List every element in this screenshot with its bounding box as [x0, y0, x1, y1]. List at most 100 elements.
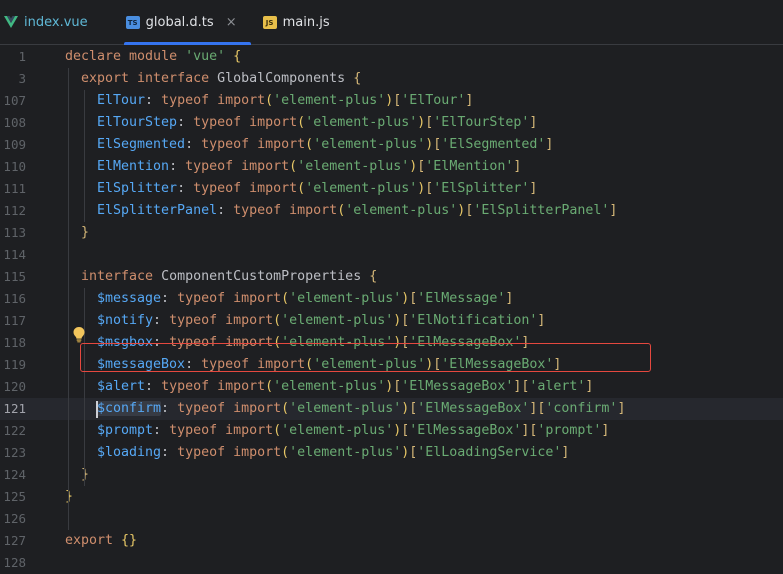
code-token: ElSplitterPanel	[97, 203, 218, 218]
line-number: 127	[3, 533, 26, 548]
code-token: import	[217, 379, 266, 394]
code-text: declare module 'vue' {	[65, 46, 241, 68]
lightbulb-icon[interactable]	[72, 326, 86, 343]
code-token: interface	[81, 269, 162, 284]
code-line[interactable]: 110 ElMention: typeof import('element-plu…	[0, 156, 783, 178]
code-token: typeof	[177, 445, 234, 460]
tab-index-vue[interactable]: index.vue	[0, 0, 102, 44]
code-token: }	[81, 225, 90, 240]
line-number: 121	[3, 401, 26, 416]
tab-main-js[interactable]: JS main.js	[251, 0, 344, 44]
code-line-current[interactable]: 121 $confirm: typeof import('element-plus…	[0, 398, 783, 420]
line-number: 124	[3, 467, 26, 482]
code-token: typeof	[193, 181, 250, 196]
code-token: export	[65, 533, 122, 548]
code-token: :	[153, 423, 170, 438]
code-token: 'element-plus'	[273, 379, 386, 394]
code-text: export {}	[65, 530, 137, 552]
code-token: typeof	[161, 379, 218, 394]
code-line[interactable]: 108 ElTourStep: typeof import('element-pl…	[0, 112, 783, 134]
code-token: (	[281, 291, 290, 306]
code-line[interactable]: 123 $loading: typeof import('element-plus…	[0, 442, 783, 464]
code-token: ][	[513, 379, 530, 394]
indent-guide	[84, 90, 85, 222]
code-line[interactable]: 125}	[0, 486, 783, 508]
code-token: ElMention	[97, 159, 170, 174]
editor-tab-bar: index.vue TS global.d.ts × JS main.js	[0, 0, 783, 45]
tab-global-d-ts[interactable]: TS global.d.ts ×	[123, 0, 251, 45]
code-line[interactable]: 113}	[0, 222, 783, 244]
code-line[interactable]: 107 ElTour: typeof import('element-plus')…	[0, 90, 783, 112]
code-token: 'ElMessageBox'	[409, 423, 522, 438]
code-token: import	[233, 445, 282, 460]
code-token: ]	[465, 93, 474, 108]
line-number: 110	[3, 159, 26, 174]
code-token: import	[225, 313, 274, 328]
code-token: 'ElSegmented'	[441, 137, 546, 152]
tab-label: main.js	[282, 14, 330, 30]
code-token: 'vue'	[185, 49, 226, 64]
ts-file-icon: TS	[125, 15, 140, 29]
vue-icon	[4, 16, 18, 28]
code-token: :	[177, 181, 194, 196]
code-token: ElSegmented	[97, 137, 186, 152]
code-token: $loading	[97, 445, 162, 460]
code-text: }	[65, 486, 73, 508]
code-token: (	[281, 401, 290, 416]
code-token: :	[177, 115, 194, 130]
js-file-icon: JS	[262, 15, 277, 29]
code-token: :	[153, 313, 170, 328]
code-token: typeof	[161, 93, 218, 108]
code-token: 'alert'	[529, 379, 586, 394]
code-token: ]	[505, 291, 514, 306]
code-token: typeof	[169, 313, 226, 328]
code-token: :	[161, 401, 178, 416]
code-text: ElTourStep: typeof import('element-plus'…	[97, 112, 537, 134]
code-line[interactable]: 109 ElSegmented: typeof import('element-p…	[0, 134, 783, 156]
code-token: 'element-plus'	[305, 115, 418, 130]
code-line[interactable]: 3 export interface GlobalComponents {	[0, 68, 783, 90]
code-token: $prompt	[97, 423, 154, 438]
code-line[interactable]: 127 export {}	[0, 530, 783, 552]
code-token: ElTour	[97, 93, 146, 108]
code-text: interface ComponentCustomProperties {	[81, 266, 377, 288]
code-token: import	[217, 93, 266, 108]
code-line[interactable]: 128	[0, 552, 783, 574]
line-number: 115	[3, 269, 26, 284]
code-token: ]	[601, 423, 610, 438]
code-text: $notify: typeof import('element-plus')['…	[97, 310, 545, 332]
close-tab-icon[interactable]: ×	[226, 15, 237, 30]
code-token: import	[249, 115, 298, 130]
code-line[interactable]: 126	[0, 508, 783, 530]
code-text: export interface GlobalComponents {	[81, 68, 361, 90]
code-line[interactable]: 120 $alert: typeof import('element-plus')…	[0, 376, 783, 398]
code-token: typeof	[201, 137, 258, 152]
line-number: 114	[3, 247, 26, 262]
code-token: ][	[521, 423, 538, 438]
code-line[interactable]: 112 ElSplitterPanel: typeof import('eleme…	[0, 200, 783, 222]
code-line[interactable]: 122 $prompt: typeof import('element-plus'…	[0, 420, 783, 442]
code-text: $prompt: typeof import('element-plus')['…	[97, 420, 609, 442]
code-token: import	[225, 423, 274, 438]
code-line[interactable]: 114	[0, 244, 783, 266]
code-token: 'ElSplitterPanel'	[473, 203, 610, 218]
code-line[interactable]: 115 interface ComponentCustomProperties {	[0, 266, 783, 288]
code-line[interactable]: 111 ElSplitter: typeof import('element-pl…	[0, 178, 783, 200]
code-text: ElMention: typeof import('element-plus')…	[97, 156, 521, 178]
code-editor[interactable]: 1 declare module 'vue' {3 export interface…	[0, 45, 783, 574]
code-line[interactable]: 124}	[0, 464, 783, 486]
code-line[interactable]: 1 declare module 'vue' {	[0, 46, 783, 68]
code-token: import	[233, 291, 282, 306]
code-token: typeof	[169, 423, 226, 438]
code-token: import	[257, 137, 306, 152]
code-token: 'ElMessageBox'	[401, 379, 514, 394]
code-text: $loading: typeof import('element-plus')[…	[97, 442, 569, 464]
code-line[interactable]: 116 $message: typeof import('element-plus…	[0, 288, 783, 310]
code-token: 'element-plus'	[305, 181, 418, 196]
code-token: (	[265, 379, 274, 394]
indent-guide	[68, 68, 69, 530]
code-text: ElSplitter: typeof import('element-plus'…	[97, 178, 537, 200]
code-line[interactable]: 117 $notify: typeof import('element-plus'…	[0, 310, 783, 332]
code-token: (	[273, 423, 282, 438]
line-number: 112	[3, 203, 26, 218]
